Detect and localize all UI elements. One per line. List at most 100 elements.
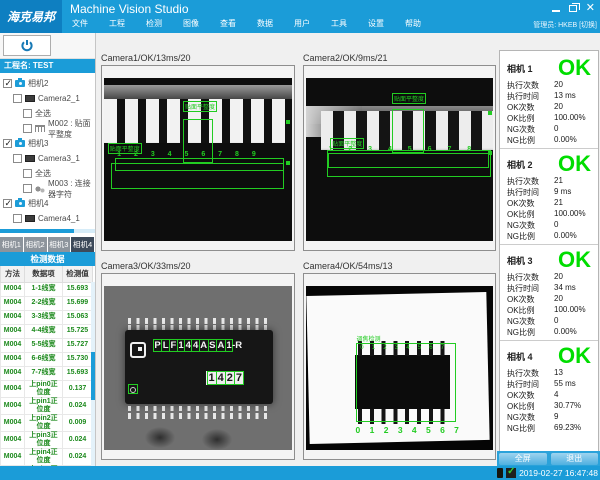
camera-stats-block-3: 相机 3OK执行次数20执行时间34 msOK次数20OK比例100.00%NG… [500,244,598,340]
camera4-view[interactable]: 调焦检测 0 1 2 3 4 5 6 7 0 1 2 3 4 5 6 7 [303,273,496,460]
restore-icon[interactable] [569,5,577,12]
window-controls: ✕ [552,2,595,14]
close-icon[interactable]: ✕ [586,2,595,14]
stats-block-header: 相机 3OK [507,248,591,272]
menu-item-6[interactable]: 用户 [294,18,331,29]
table-cell: 15.063 [63,310,93,324]
table-row[interactable]: M0043-3线宽15.063 [1,310,93,324]
table-row[interactable]: M0041-1线宽15.693 [1,282,93,296]
fullscreen-button[interactable]: 全屏 [499,453,547,465]
stats-camera-title: 相机 3 [507,254,533,267]
table-row[interactable]: M0044-4线宽15.725 [1,324,93,338]
checkbox[interactable] [13,154,22,163]
tree-item[interactable]: 相机2 [0,76,95,91]
stat-row: 执行次数13 [507,368,591,379]
table-cell: M004 [1,296,25,310]
menu-item-4[interactable]: 查看 [220,18,257,29]
stat-label: 执行时间 [507,283,554,294]
checkbox[interactable] [23,184,32,193]
footer-button-strip: 全屏 退出 [497,451,600,466]
stat-value: 20 [554,294,563,305]
stat-value: 20 [554,272,563,283]
camera4-cell: Camera4/OK/54ms/13 调焦检测 0 1 2 3 4 5 6 7 … [303,261,496,460]
minimize-icon[interactable] [552,10,560,12]
tab-相机4[interactable]: 相机4 [71,237,94,252]
table-row[interactable]: M004上pin1正位度0.024 [1,397,93,414]
stat-label: NG比例 [507,423,554,434]
camera1-view[interactable]: 贴面平整度 贴面平整度 1 2 3 4 5 6 7 8 9 [101,65,295,251]
table-cell: 上pin0正位度 [25,380,63,397]
checkbox[interactable] [13,94,22,103]
tree-item-label: M002 : 贴面平整度 [48,118,95,140]
tree-item[interactable]: M003 : 连接器字符 [0,181,95,196]
stat-value: 0.00% [554,231,577,242]
tab-相机3[interactable]: 相机3 [48,237,71,252]
menu-item-9[interactable]: 帮助 [405,18,442,29]
camera2-view[interactable]: 贴面平整度 贴面平整度 1 2 3 4 5 6 7 8 [303,65,496,251]
app-title: Machine Vision Studio [70,2,189,16]
table-row[interactable]: M004上pin4正位度0.024 [1,448,93,465]
checkbox[interactable] [23,124,32,133]
checkbox[interactable] [3,79,12,88]
tree-item-label: 相机3 [28,138,48,149]
stats-column: 相机 1OK执行次数20执行时间13 msOK次数20OK比例100.00%NG… [497,33,600,451]
checkbox[interactable] [23,169,32,178]
menu-item-5[interactable]: 数据 [257,18,294,29]
menu-item-3[interactable]: 图像 [183,18,220,29]
power-button[interactable] [3,35,51,56]
table-row[interactable]: M0047-7线宽15.693 [1,366,93,380]
stat-label: OK次数 [507,390,554,401]
detection-table-container: 方法数据项检测值 M0041-1线宽15.693M0042-2线宽15.699M… [0,266,95,466]
table-row[interactable]: M004上pin0正位度0.137 [1,380,93,397]
tree-item[interactable]: Camera2_1 [0,91,95,106]
camera3-view[interactable]: PLF144ASA1-R 1427 [101,273,295,460]
tree-item-label: Camera4_1 [38,214,80,223]
table-row[interactable]: M004上pin2正位度0.009 [1,414,93,431]
stats-block-header: 相机 2OK [507,152,591,176]
tab-相机1[interactable]: 相机1 [0,237,23,252]
checkbox[interactable] [13,214,22,223]
stat-label: NG次数 [507,220,554,231]
menu-item-0[interactable]: 文件 [72,18,109,29]
table-row[interactable]: M0045-5线宽15.727 [1,338,93,352]
tree-item[interactable]: Camera4_1 [0,211,95,226]
camera-stats-block-1: 相机 1OK执行次数20执行时间13 msOK次数20OK比例100.00%NG… [500,53,598,148]
stat-row: 执行次数20 [507,272,591,283]
table-row[interactable]: M0046-6线宽15.730 [1,352,93,366]
menu-item-2[interactable]: 检测 [146,18,183,29]
table-cell: 0.024 [63,431,93,448]
menu-item-1[interactable]: 工程 [109,18,146,29]
stat-value: 21 [554,176,563,187]
table-cell: 15.725 [63,324,93,338]
stat-label: 执行次数 [507,80,554,91]
checkbox[interactable] [3,199,12,208]
tab-相机2[interactable]: 相机2 [24,237,47,252]
tree-item[interactable]: Camera3_1 [0,151,95,166]
menu-item-7[interactable]: 工具 [331,18,368,29]
overlay-region-rect [356,343,455,422]
checkbox[interactable] [23,109,32,118]
scrollbar-thumb[interactable] [91,352,95,400]
stat-label: NG次数 [507,124,554,135]
camera3-image: PLF144ASA1-R 1427 [104,286,292,450]
menu-item-8[interactable]: 设置 [368,18,405,29]
checkbox[interactable] [3,139,12,148]
admin-user-label[interactable]: 管理员: HKEB [切换] [533,20,597,30]
project-name-header: 工程名: TEST [0,59,95,73]
stat-row: OK次数20 [507,102,591,113]
exit-button[interactable]: 退出 [551,453,599,465]
stat-value: 9 ms [554,187,571,198]
menu-bar: 文件工程检测图像查看数据用户工具设置帮助 [72,18,442,29]
table-cell: M004 [1,380,25,397]
stat-value: 4 [554,390,558,401]
table-row[interactable]: M0042-2线宽15.699 [1,296,93,310]
stat-label: 执行次数 [507,368,554,379]
tree-item-label: M003 : 连接器字符 [48,178,95,200]
table-vertical-scrollbar[interactable] [91,282,95,466]
stat-label: OK比例 [507,305,554,316]
tree-item[interactable]: M002 : 贴面平整度 [0,121,95,136]
scrollbar-thumb[interactable] [0,229,74,233]
tree-horizontal-scrollbar[interactable] [0,229,95,233]
stat-label: OK次数 [507,198,554,209]
table-row[interactable]: M004上pin3正位度0.024 [1,431,93,448]
